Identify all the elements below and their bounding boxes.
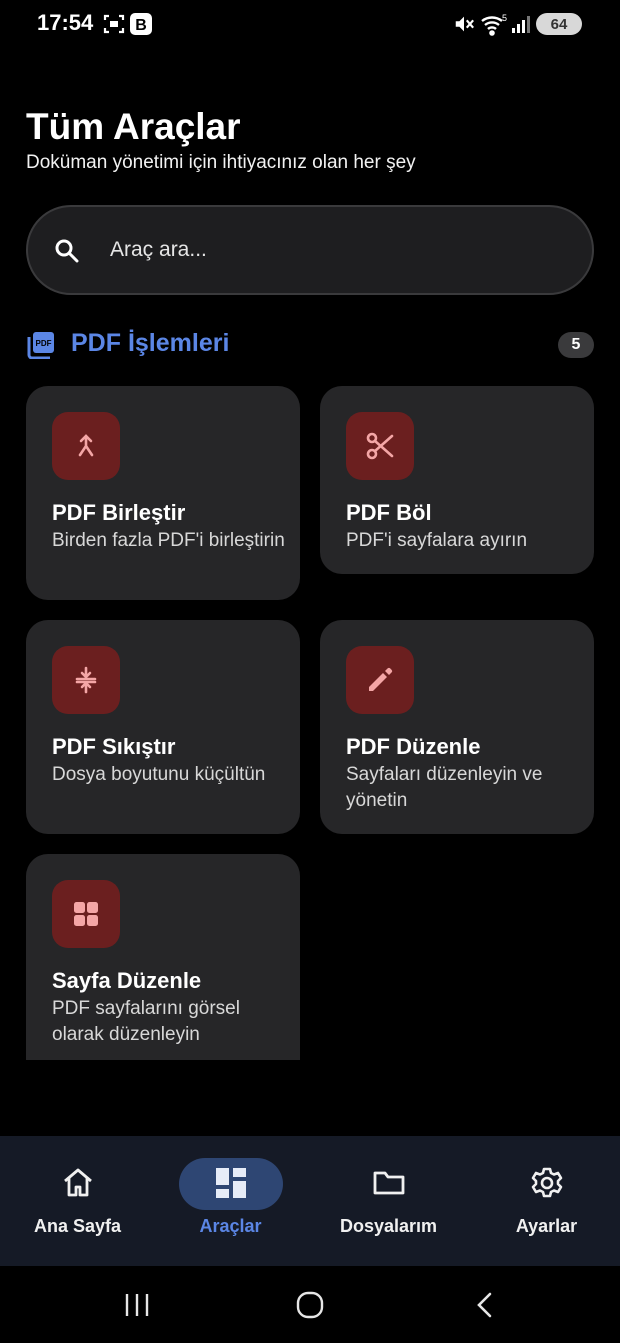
status-time: 17:54 <box>37 10 94 35</box>
card-description: Dosya boyutunu küçültün <box>52 764 266 785</box>
home-icon <box>61 1166 95 1200</box>
page-subtitle: Doküman yönetimi için ihtiyacınız olan h… <box>26 152 416 173</box>
dashboard-icon <box>214 1166 248 1200</box>
tool-card-page-edit[interactable]: Sayfa Düzenle PDF sayfalarını görsel ola… <box>26 854 300 1060</box>
tool-card-pdf-compress[interactable]: PDF Sıkıştır Dosya boyutunu küçültün <box>26 620 300 834</box>
nav-item-home[interactable]: Ana Sayfa <box>0 1136 155 1266</box>
compress-icon <box>52 646 120 714</box>
nav-label: Ayarlar <box>515 1216 578 1236</box>
b-badge-icon: B <box>129 12 153 36</box>
signal-icon <box>510 12 532 36</box>
pencil-icon <box>346 646 414 714</box>
search-box[interactable] <box>26 205 594 295</box>
svg-text:5: 5 <box>502 13 507 23</box>
search-input[interactable] <box>110 207 550 293</box>
svg-text:PDF: PDF <box>36 339 52 348</box>
battery-indicator: 64 <box>536 13 582 35</box>
search-icon <box>54 238 80 264</box>
card-title: PDF Sıkıştır <box>52 734 176 759</box>
nav-item-settings[interactable]: Ayarlar <box>469 1136 620 1266</box>
mute-icon <box>452 12 476 36</box>
bottom-navigation: Ana Sayfa Araçlar Dosyalarım Ayarlar <box>0 1136 620 1266</box>
card-description: Sayfaları düzenleyin ve yönetin <box>346 764 543 811</box>
grid-icon <box>52 880 120 948</box>
card-title: Sayfa Düzenle <box>52 968 202 993</box>
back-icon[interactable] <box>474 1291 496 1319</box>
page-title: Tüm Araçlar <box>26 106 241 147</box>
recents-icon[interactable] <box>123 1292 151 1318</box>
card-description: PDF'i sayfalara ayırın <box>346 530 528 551</box>
card-description: Birden fazla PDF'i birleştirin <box>52 530 285 551</box>
tool-card-pdf-edit[interactable]: PDF Düzenle Sayfaları düzenleyin ve yöne… <box>320 620 594 834</box>
status-bar: 17:54 B 5 64 <box>0 0 620 50</box>
pdf-section-icon: PDF <box>27 331 55 360</box>
nav-label: Araçlar <box>199 1216 262 1236</box>
card-title: PDF Düzenle <box>346 734 481 759</box>
section-title: PDF İşlemleri <box>71 329 230 357</box>
nav-label: Ana Sayfa <box>33 1216 122 1236</box>
home-circle-icon[interactable] <box>296 1291 324 1319</box>
count-badge: 5 <box>558 332 594 358</box>
nav-item-files[interactable]: Dosyalarım <box>311 1136 466 1266</box>
nav-label: Dosyalarım <box>339 1216 438 1236</box>
tool-card-pdf-merge[interactable]: PDF Birleştir Birden fazla PDF'i birleşt… <box>26 386 300 600</box>
wifi-icon: 5 <box>480 12 508 36</box>
nav-item-tools[interactable]: Araçlar <box>153 1136 308 1266</box>
gear-icon <box>530 1166 564 1200</box>
card-title: PDF Birleştir <box>52 500 186 525</box>
screenshot-icon <box>102 12 126 36</box>
scissors-icon <box>346 412 414 480</box>
tool-card-pdf-split[interactable]: PDF Böl PDF'i sayfalara ayırın <box>320 386 594 574</box>
card-description: PDF sayfalarını görsel olarak düzenleyin <box>52 998 240 1045</box>
svg-text:B: B <box>135 17 147 34</box>
folder-icon <box>372 1166 406 1200</box>
merge-icon <box>52 412 120 480</box>
system-navigation-bar <box>0 1266 620 1343</box>
card-title: PDF Böl <box>346 500 432 525</box>
